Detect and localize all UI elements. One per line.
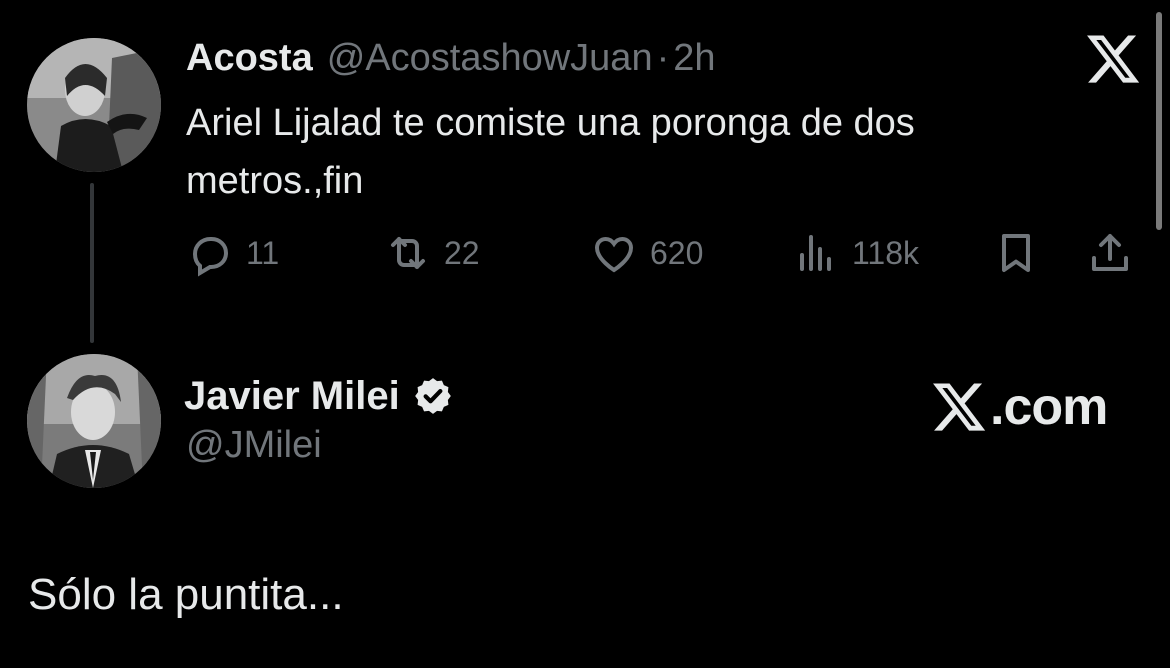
repost-count: 22 [444, 234, 480, 271]
share-icon [1092, 234, 1128, 271]
parent-tweet-actions: 11 22 620 118k [186, 226, 1146, 280]
like-count: 620 [650, 234, 704, 271]
reply-handle[interactable]: @JMilei [186, 424, 322, 467]
avatar-photo [27, 38, 161, 172]
avatar-jmilei[interactable] [27, 354, 161, 488]
watermark-domain: .com [990, 378, 1108, 436]
views-button[interactable]: 118k [792, 226, 919, 280]
reply-icon [192, 237, 229, 277]
reply-tweet-text: Sólo la puntita... [28, 570, 344, 619]
scrollbar[interactable] [1156, 12, 1162, 230]
parent-tweet-text: Ariel Lijalad te comiste una poronga de … [186, 102, 915, 202]
parent-handle[interactable]: @AcostashowJuan [327, 37, 653, 80]
reply-button[interactable]: 11 [186, 226, 279, 280]
parent-display-name[interactable]: Acosta [186, 37, 313, 80]
header-separator: · [656, 36, 670, 79]
parent-tweet-header: Acosta @AcostashowJuan · 2h [186, 36, 716, 80]
x-com-watermark: .com [930, 374, 1108, 440]
bookmark-icon [1002, 234, 1030, 272]
verified-badge-icon[interactable] [412, 375, 454, 417]
thread-line [90, 183, 94, 343]
reply-display-name[interactable]: Javier Milei [184, 374, 400, 419]
x-logo-icon [933, 383, 986, 431]
views-count: 118k [852, 234, 920, 271]
repost-icon [391, 237, 425, 269]
reply-count: 11 [246, 234, 280, 271]
share-button[interactable] [1086, 226, 1134, 280]
like-icon [594, 236, 634, 273]
views-icon [800, 235, 831, 271]
x-logo-icon [1084, 30, 1142, 88]
bookmark-button[interactable] [992, 226, 1040, 280]
avatar-photo [27, 354, 161, 488]
avatar-acosta[interactable] [27, 38, 161, 172]
repost-button[interactable]: 22 [384, 226, 480, 280]
reply-author-line: Javier Milei [184, 372, 454, 420]
parent-timestamp[interactable]: 2h [673, 37, 715, 80]
like-button[interactable]: 620 [590, 226, 703, 280]
